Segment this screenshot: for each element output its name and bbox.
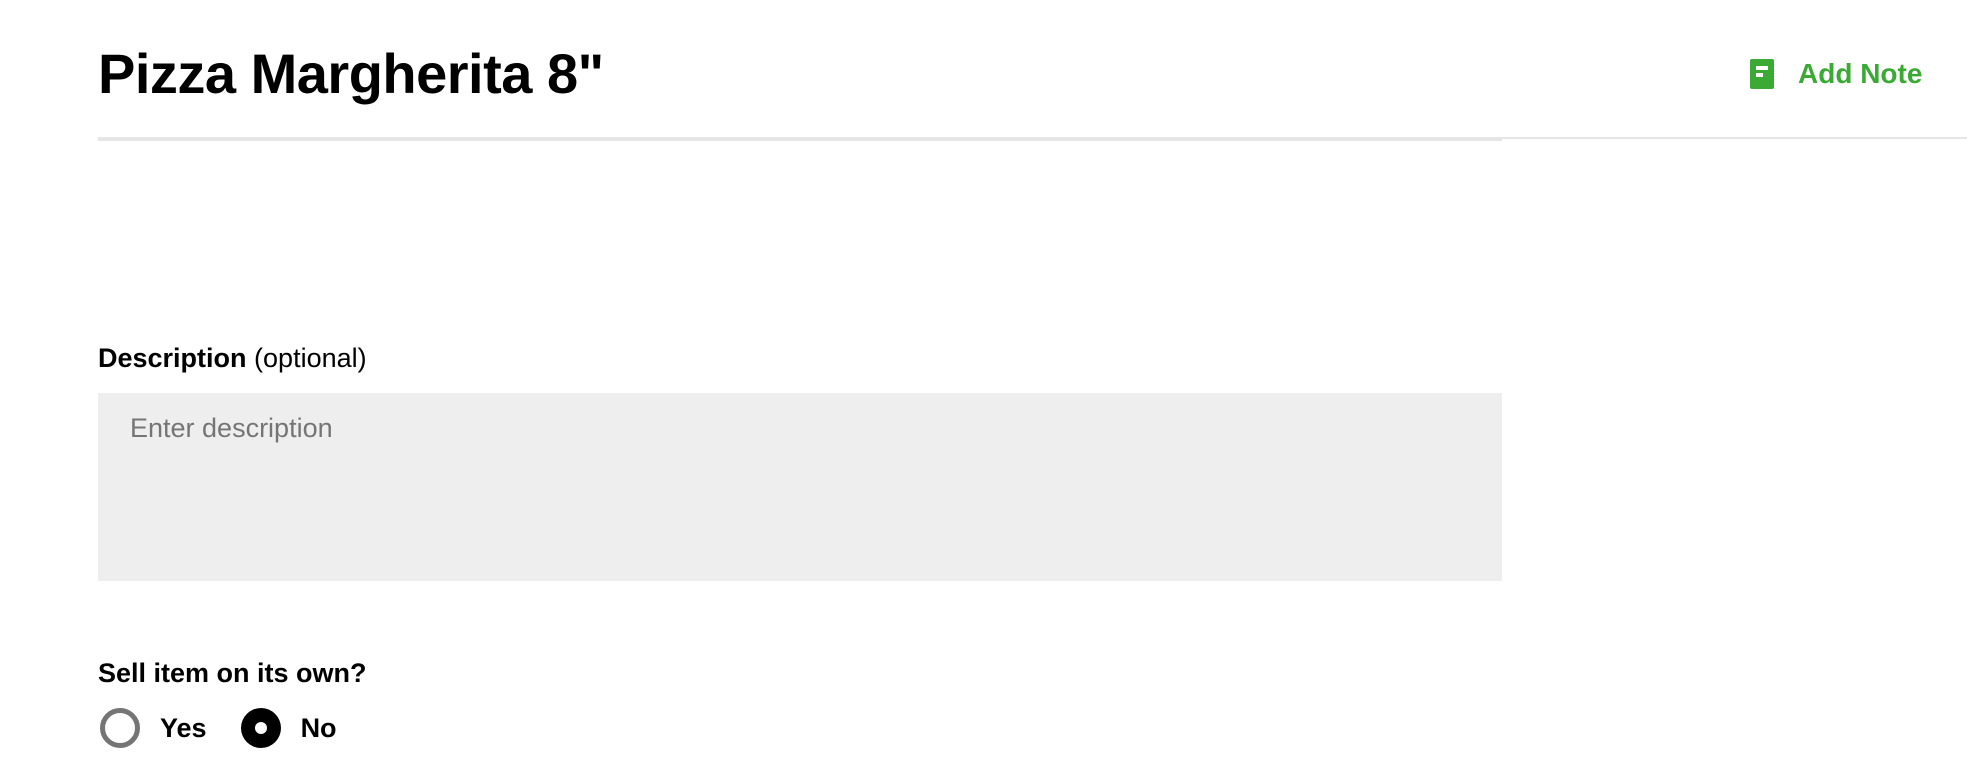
sell-on-own-yes-option[interactable]: Yes xyxy=(100,708,207,748)
add-note-button[interactable]: Add Note xyxy=(1750,52,1922,96)
header-divider xyxy=(98,137,1502,141)
header-divider-extension xyxy=(1502,137,1967,139)
yes-label: Yes xyxy=(160,712,207,743)
description-label-text: Description xyxy=(98,343,247,373)
sell-on-own-no-option[interactable]: No xyxy=(240,708,337,748)
sell-on-own-radio-group: Yes No xyxy=(100,708,337,748)
description-optional-text: (optional) xyxy=(254,343,367,373)
no-label: No xyxy=(300,712,337,743)
item-editor-page: Pizza Margherita 8" Add Note Description… xyxy=(0,0,1967,774)
radio-checked-icon[interactable] xyxy=(240,708,281,748)
radio-unchecked-icon[interactable] xyxy=(100,708,140,748)
note-icon xyxy=(1750,59,1774,89)
add-note-label: Add Note xyxy=(1798,58,1923,89)
page-title: Pizza Margherita 8" xyxy=(98,42,604,105)
sell-on-own-question: Sell item on its own? xyxy=(98,658,367,688)
description-label: Description (optional) xyxy=(98,338,367,378)
description-input[interactable] xyxy=(98,393,1502,581)
